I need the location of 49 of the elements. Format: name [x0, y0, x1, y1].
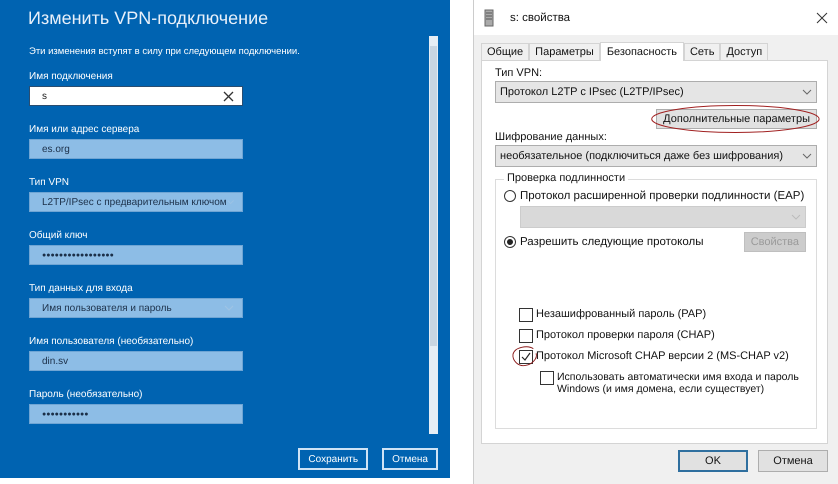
input-field[interactable]: es.org — [29, 139, 243, 159]
dialog-button[interactable]: Отмена — [382, 448, 438, 470]
scrollbar[interactable] — [429, 36, 438, 434]
chevron-icon — [802, 89, 812, 95]
checkbox[interactable] — [540, 371, 554, 385]
notice-text: Эти изменения вступят в силу при следующем подключении. — [29, 46, 301, 57]
radio-button[interactable] — [504, 190, 516, 202]
window-title: s: свойства — [510, 12, 572, 24]
field-label: Тип данных для входа — [29, 283, 134, 294]
field-label: Имя пользователя (необязательно) — [29, 336, 194, 347]
field-label: Общий ключ — [29, 230, 88, 241]
dropdown[interactable]: необязательное (подключиться даже без шифрования) — [495, 145, 817, 167]
tab[interactable]: Сеть — [684, 43, 720, 60]
dropdown[interactable]: Имя пользователя и пароль — [29, 298, 243, 318]
radio-button[interactable] — [504, 236, 516, 248]
dialog-button[interactable]: Отмена — [758, 450, 828, 472]
chevron-icon — [802, 153, 812, 159]
tab[interactable]: Общие — [481, 43, 530, 60]
checkbox-label[interactable]: Протокол Microsoft CHAP версии 2 (MS-CHAP v2) — [536, 350, 789, 362]
dropdown[interactable]: L2TP/IPsec с предварительным ключом — [29, 192, 243, 212]
panel-title: Изменить VPN-подключение — [27, 7, 270, 30]
advanced-settings-button[interactable]: Дополнительные параметры — [656, 109, 817, 129]
input-field[interactable]: din.sv — [29, 351, 243, 371]
radio-label[interactable]: Протокол расширенной проверки подлинности (EAP) — [520, 190, 806, 202]
checkbox[interactable] — [519, 308, 533, 322]
field-label: Пароль (необязательно) — [29, 389, 144, 400]
tab[interactable]: Доступ — [720, 43, 768, 60]
clear-icon[interactable] — [223, 90, 234, 102]
dialog-button[interactable]: Сохранить — [298, 448, 368, 470]
field-label: Имя или адрес сервера — [29, 124, 140, 135]
checkbox-label[interactable]: Протокол проверки пароля (CHAP) — [536, 329, 715, 341]
tab[interactable]: Безопасность — [600, 42, 684, 61]
checkbox[interactable] — [519, 329, 533, 343]
chevron-icon — [791, 214, 801, 220]
checkbox-label[interactable]: Незашифрованный пароль (PAP) — [536, 308, 706, 320]
server-icon — [484, 8, 494, 26]
input-field[interactable]: s — [29, 86, 243, 106]
field-label: Тип VPN: — [495, 67, 544, 79]
field-label: Шифрование данных: — [495, 131, 608, 143]
group-legend: Проверка подлинности — [504, 172, 628, 184]
checkbox[interactable] — [519, 350, 533, 364]
radio-label[interactable]: Разрешить следующие протоколы — [520, 236, 740, 248]
field-label: Имя подключения — [29, 71, 114, 82]
close-icon[interactable] — [816, 12, 828, 24]
tab[interactable]: Параметры — [529, 43, 600, 60]
dropdown[interactable]: Протокол L2TP с IPsec (L2TP/IPsec) — [495, 81, 817, 103]
dialog-button[interactable]: OK — [678, 450, 748, 472]
checkbox-label[interactable]: Использовать автоматически имя входа и пароль Windows (и имя домена, если существует) — [557, 371, 806, 395]
field-label: Тип VPN — [29, 177, 70, 188]
